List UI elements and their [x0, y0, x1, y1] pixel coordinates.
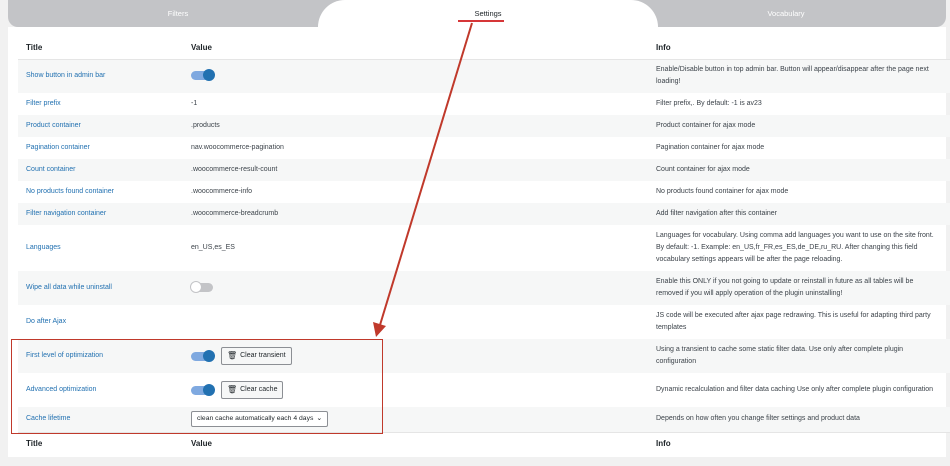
- table-row: Languages en_US,es_ES Languages for voca…: [18, 225, 950, 271]
- table-row: Filter navigation container .woocommerce…: [18, 203, 950, 225]
- select-value: clean cache automatically each 4 days: [197, 415, 314, 423]
- table-row: No products found container .woocommerce…: [18, 181, 950, 203]
- column-footer-title: Title: [18, 431, 183, 454]
- row-info: Add filter navigation after this contain…: [648, 203, 950, 225]
- row-info: Languages for vocabulary. Using comma ad…: [656, 232, 934, 263]
- column-footer-value: Value: [183, 431, 648, 454]
- column-header-info: Info: [648, 37, 950, 60]
- settings-panel: Title Value Info Show button in admin ba…: [8, 27, 950, 457]
- tab-label: Filters: [167, 9, 189, 18]
- clear-cache-button[interactable]: 🗑 Clear cache: [220, 381, 284, 399]
- row-info: Enable/Disable button in top admin bar. …: [648, 59, 950, 93]
- table-row: Filter prefix -1 Filter prefix,. By defa…: [18, 93, 950, 115]
- row-title[interactable]: Languages: [18, 225, 183, 271]
- row-title[interactable]: Product container: [18, 115, 183, 137]
- tab-label: Vocabulary: [767, 9, 805, 18]
- toggle-knob: [190, 280, 202, 293]
- row-title[interactable]: Show button in admin bar: [18, 59, 183, 93]
- filter-navigation-container-value[interactable]: .woocommerce-breadcrumb: [183, 203, 648, 225]
- product-container-value[interactable]: .products: [183, 115, 648, 137]
- row-info: JS code will be executed after ajax page…: [656, 312, 931, 331]
- tab-settings[interactable]: Settings: [318, 0, 658, 27]
- clear-transient-button[interactable]: 🗑 Clear transient: [220, 347, 292, 365]
- row-title[interactable]: Advanced optimization: [18, 373, 183, 407]
- count-container-value[interactable]: .woocommerce-result-count: [183, 159, 648, 181]
- column-header-value: Value: [183, 37, 648, 60]
- row-title[interactable]: No products found container: [18, 181, 183, 203]
- tab-filters[interactable]: Filters: [8, 0, 348, 27]
- cache-lifetime-select[interactable]: clean cache automatically each 4 days ⌄: [191, 411, 329, 428]
- row-info: Dynamic recalculation and filter data ca…: [656, 386, 934, 393]
- chevron-down-icon: ⌄: [316, 415, 323, 423]
- row-title[interactable]: Filter navigation container: [18, 203, 183, 225]
- advanced-optimization-toggle[interactable]: [191, 383, 215, 396]
- row-info: Enable this ONLY if you not going to upd…: [648, 271, 950, 305]
- tab-label: Settings: [474, 9, 502, 18]
- table-row: Wipe all data while uninstall Enable thi…: [18, 271, 950, 305]
- row-info: Using a transient to cache some static f…: [648, 339, 950, 373]
- row-info: Count container for ajax mode: [648, 159, 950, 181]
- row-info: Depends on how often you change filter s…: [648, 407, 950, 432]
- table-row: First level of optimization 🗑 Clear trans…: [18, 339, 950, 373]
- row-title[interactable]: Cache lifetime: [18, 407, 183, 432]
- table-footer-row: Title Value Info: [18, 431, 950, 454]
- settings-table: Title Value Info Show button in admin ba…: [18, 37, 950, 454]
- wipe-data-toggle[interactable]: [190, 280, 213, 293]
- tab-vocabulary[interactable]: Vocabulary: [626, 0, 946, 27]
- row-title[interactable]: Count container: [18, 159, 183, 181]
- pagination-container-value[interactable]: nav.woocommerce-pagination: [183, 137, 648, 159]
- do-after-ajax-value[interactable]: [183, 305, 648, 339]
- table-header-row: Title Value Info: [18, 37, 950, 60]
- table-row: Pagination container nav.woocommerce-pag…: [18, 137, 950, 159]
- no-products-container-value[interactable]: .woocommerce-info: [183, 181, 648, 203]
- active-tab-underline: [458, 20, 504, 22]
- row-title[interactable]: Do after Ajax: [18, 305, 183, 339]
- table-row: Cache lifetime clean cache automatically…: [18, 407, 950, 432]
- table-row: Product container .products Product cont…: [18, 115, 950, 137]
- table-row: Show button in admin bar Enable/Disable …: [18, 59, 950, 93]
- first-level-optimization-toggle[interactable]: [191, 349, 215, 362]
- row-info: Pagination container for ajax mode: [656, 144, 765, 151]
- button-label: Clear cache: [240, 386, 278, 393]
- trash-icon: 🗑: [226, 385, 238, 394]
- row-title[interactable]: Filter prefix: [18, 93, 183, 115]
- column-header-title: Title: [18, 37, 183, 60]
- table-row: Count container .woocommerce-result-coun…: [18, 159, 950, 181]
- table-row: Do after Ajax JS code will be executed a…: [18, 305, 950, 339]
- toggle-knob: [203, 68, 215, 81]
- languages-value[interactable]: en_US,es_ES: [183, 225, 648, 271]
- row-title[interactable]: First level of optimization: [18, 339, 183, 373]
- row-info: Product container for ajax mode: [648, 115, 950, 137]
- tab-bar: Filters Vocabulary Settings: [0, 0, 950, 27]
- column-footer-info: Info: [648, 431, 950, 454]
- row-title[interactable]: Wipe all data while uninstall: [18, 271, 183, 305]
- trash-icon: 🗑: [226, 351, 238, 360]
- toggle-knob: [203, 349, 215, 362]
- row-title[interactable]: Pagination container: [18, 137, 183, 159]
- toggle-knob: [203, 383, 215, 396]
- table-row: Advanced optimization 🗑 Clear cache Dynam…: [18, 373, 950, 407]
- admin-bar-toggle[interactable]: [191, 68, 215, 81]
- button-label: Clear transient: [240, 352, 286, 359]
- filter-prefix-value[interactable]: -1: [183, 93, 648, 115]
- row-info: Filter prefix,. By default: -1 is av23: [656, 100, 762, 107]
- row-info: No products found container for ajax mod…: [656, 188, 789, 195]
